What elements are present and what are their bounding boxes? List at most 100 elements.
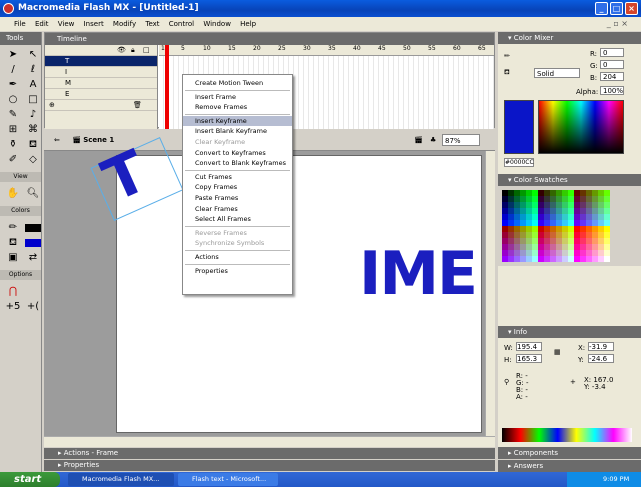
lasso-tool-icon[interactable]: ℓ <box>25 64 41 76</box>
lock-icon[interactable]: 🔒︎ <box>131 45 135 56</box>
layer-i[interactable]: I <box>45 67 157 78</box>
actions-panel-bar[interactable]: ▸ Actions - Frame <box>44 448 495 459</box>
fill-swatch[interactable] <box>25 239 41 247</box>
maximize-button[interactable]: □ <box>610 2 623 15</box>
menu-convert-to-blank-keyframes[interactable]: Convert to Blank Keyframes <box>183 158 292 169</box>
swatch-grid[interactable] <box>502 190 637 262</box>
swap-colors-icon[interactable]: ⇄ <box>25 252 41 264</box>
menu-control[interactable]: Control <box>169 20 194 28</box>
fill-transform-tool-icon[interactable]: ⌘ <box>25 124 41 136</box>
menu-copy-frames[interactable]: Copy Frames <box>183 182 292 193</box>
eyedropper-icon[interactable]: ✐ <box>5 154 21 166</box>
task-flash[interactable]: Macromedia Flash MX... <box>68 473 174 486</box>
brush-tool-icon[interactable]: ♪ <box>25 109 41 121</box>
arrow-tool-icon[interactable]: ➤ <box>5 49 21 61</box>
color-spectrum[interactable] <box>538 100 624 154</box>
stage-vertical-scrollbar[interactable] <box>485 151 495 436</box>
answers-panel-bar[interactable]: ▸ Answers <box>498 460 641 472</box>
info-y[interactable]: -24.6 <box>588 354 614 363</box>
b-value[interactable]: 204 <box>600 72 624 81</box>
magnet-icon[interactable]: ⋂ <box>5 286 21 298</box>
transform-tool-icon[interactable]: ⊞ <box>5 124 21 136</box>
menu-select-all-frames[interactable]: Select All Frames <box>183 214 292 225</box>
mdi-controls-icon[interactable]: _ ▫ × <box>607 17 628 31</box>
menu-convert-to-keyframes[interactable]: Convert to Keyframes <box>183 148 292 159</box>
close-button[interactable]: × <box>625 2 638 15</box>
swatch-cell[interactable] <box>604 256 610 262</box>
menu-file[interactable]: File <box>14 20 26 28</box>
fill-color-icon[interactable]: ⛾ <box>5 237 21 249</box>
menu-cut-frames[interactable]: Cut Frames <box>183 172 292 183</box>
zoom-tool-icon[interactable]: 🔍︎ <box>25 188 41 200</box>
subselect-tool-icon[interactable]: ↖ <box>25 49 41 61</box>
stage-letters[interactable]: IME <box>359 239 478 309</box>
fill-mixer-icon[interactable]: ⛾ <box>504 68 510 77</box>
menu-insert-keyframe[interactable]: Insert Keyframe <box>183 115 292 127</box>
smooth-icon[interactable]: +5 <box>5 301 21 313</box>
line-tool-icon[interactable]: / <box>5 64 21 76</box>
rect-tool-icon[interactable]: □ <box>25 94 41 106</box>
menu-create-motion-tween[interactable]: Create Motion Tween <box>183 78 292 89</box>
menu-edit[interactable]: Edit <box>35 20 49 28</box>
menu-insert[interactable]: Insert <box>84 20 104 28</box>
info-w[interactable]: 195.4 <box>516 342 542 351</box>
stroke-mixer-icon[interactable]: ✏ <box>504 52 510 60</box>
info-title[interactable]: ▾ Info <box>498 326 641 338</box>
menu-modify[interactable]: Modify <box>113 20 136 28</box>
color-mixer-title[interactable]: ▾ Color Mixer <box>498 32 641 44</box>
outline-icon[interactable]: □ <box>143 45 150 56</box>
menu-window[interactable]: Window <box>203 20 231 28</box>
menu-view[interactable]: View <box>58 20 75 28</box>
color-swatches-title[interactable]: ▾ Color Swatches <box>498 174 641 186</box>
stage-canvas[interactable]: T IME <box>90 137 482 433</box>
delete-layer-icon[interactable]: 🗑︎ <box>133 100 142 111</box>
menu-properties[interactable]: Properties <box>183 266 292 277</box>
back-arrow-icon[interactable]: ⇐ <box>54 136 60 144</box>
edit-symbol-icon[interactable]: ♣ <box>430 129 436 151</box>
text-tool-icon[interactable]: A <box>25 79 41 91</box>
fill-type-select[interactable]: Solid <box>534 68 580 78</box>
menu-remove-frames[interactable]: Remove Frames <box>183 102 292 113</box>
hand-tool-icon[interactable]: ✋ <box>5 188 21 200</box>
stroke-color-icon[interactable]: ✏ <box>5 222 21 234</box>
playhead[interactable] <box>165 45 169 129</box>
menu-actions[interactable]: Actions <box>183 252 292 263</box>
eye-icon[interactable]: 👁︎ <box>117 45 126 56</box>
info-x[interactable]: -31.9 <box>588 342 614 351</box>
r-value[interactable]: 0 <box>600 48 624 57</box>
ink-bottle-icon[interactable]: ⚱ <box>5 139 21 151</box>
timeline-title[interactable]: Timeline <box>45 33 494 45</box>
menu-text[interactable]: Text <box>145 20 159 28</box>
menu-paste-frames[interactable]: Paste Frames <box>183 193 292 204</box>
paint-bucket-icon[interactable]: ⛾ <box>25 139 41 151</box>
task-word[interactable]: Flash text - Microsoft... <box>178 473 278 486</box>
layer-t[interactable]: T <box>45 56 157 67</box>
layer-e[interactable]: E <box>45 89 157 100</box>
pen-tool-icon[interactable]: ✒ <box>5 79 21 91</box>
minimize-button[interactable]: _ <box>595 2 608 15</box>
eraser-icon[interactable]: ◇ <box>25 154 41 166</box>
info-h[interactable]: 165.3 <box>516 354 542 363</box>
straighten-icon[interactable]: +( <box>25 301 41 313</box>
pencil-tool-icon[interactable]: ✎ <box>5 109 21 121</box>
gradient-strip[interactable] <box>502 428 632 442</box>
hex-value[interactable]: #0000CC <box>504 158 534 167</box>
components-panel-bar[interactable]: ▸ Components <box>498 447 641 459</box>
layer-m[interactable]: M <box>45 78 157 89</box>
registration-icon[interactable]: ▦ <box>554 348 561 356</box>
default-colors-icon[interactable]: ▣ <box>5 252 21 264</box>
oval-tool-icon[interactable]: ○ <box>5 94 21 106</box>
menu-clear-frames[interactable]: Clear Frames <box>183 204 292 215</box>
start-button[interactable]: start <box>0 472 60 487</box>
add-layer-icon[interactable]: ⊕ <box>49 100 55 111</box>
alpha-value[interactable]: 100% <box>600 86 624 95</box>
menu-insert-frame[interactable]: Insert Frame <box>183 92 292 103</box>
menu-help[interactable]: Help <box>240 20 256 28</box>
edit-scene-icon[interactable]: 🎬︎ <box>414 129 423 151</box>
g-value[interactable]: 0 <box>600 60 624 69</box>
stroke-swatch[interactable] <box>25 224 41 232</box>
properties-panel-bar[interactable]: ▸ Properties <box>44 460 495 471</box>
stage-horizontal-scrollbar[interactable] <box>44 436 495 447</box>
menu-insert-blank-keyframe[interactable]: Insert Blank Keyframe <box>183 126 292 137</box>
zoom-select[interactable]: 87% <box>442 134 480 146</box>
